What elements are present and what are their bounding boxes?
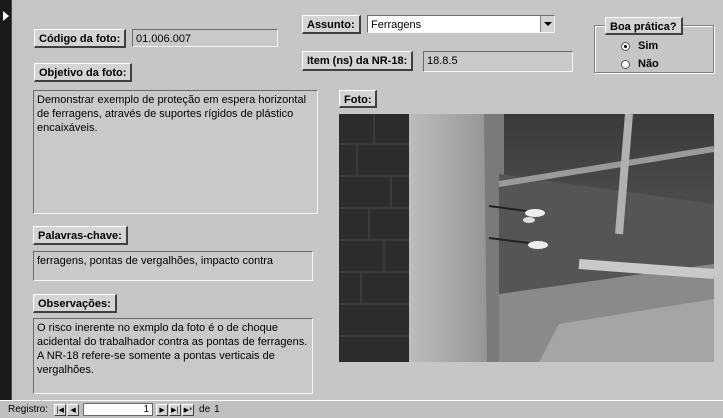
radio-selected-icon[interactable] <box>621 41 630 51</box>
codigo-field[interactable]: 01.006.007 <box>132 29 278 47</box>
objetivo-field[interactable]: Demonstrar exemplo de proteção em espera… <box>33 90 318 214</box>
item-nr18-label: Item (ns) da NR-18: <box>302 51 414 71</box>
prev-record-icon[interactable]: ◀ <box>67 403 80 416</box>
assunto-value: Ferragens <box>371 19 422 31</box>
registro-label: Registro: <box>8 404 49 415</box>
total-records: 1 <box>214 404 220 415</box>
photo-record-form: Código da foto: 01.006.007 Objetivo da f… <box>12 0 723 400</box>
chevron-down-icon[interactable] <box>540 16 554 32</box>
option-sim[interactable]: Sim <box>621 40 658 52</box>
boa-pratica-label: Boa prática? <box>605 17 683 35</box>
assunto-combobox[interactable]: Ferragens <box>367 15 555 33</box>
record-number-input[interactable]: 1 <box>83 403 154 416</box>
palavras-chave-field[interactable]: ferragens, pontas de vergalhões, impacto… <box>33 251 313 281</box>
codigo-label: Código da foto: <box>34 29 127 48</box>
photo-image <box>339 114 714 362</box>
record-navigation: Registro: |◀ ◀ 1 ▶ ▶| ▶* de 1 <box>0 400 723 418</box>
next-record-icon[interactable]: ▶ <box>156 403 169 416</box>
radio-unselected-icon[interactable] <box>621 59 630 69</box>
of-label: de <box>199 404 211 415</box>
new-record-icon[interactable]: ▶* <box>182 403 195 416</box>
current-record-icon <box>3 11 9 21</box>
record-selector[interactable] <box>0 0 12 400</box>
last-record-icon[interactable]: ▶| <box>169 403 182 416</box>
objetivo-label: Objetivo da foto: <box>34 63 133 82</box>
observacoes-field[interactable]: O risco inerente no exmplo da foto é o d… <box>33 318 313 394</box>
option-sim-label: Sim <box>638 40 659 52</box>
option-nao-label: Não <box>638 58 659 70</box>
palavras-chave-label: Palavras-chave: <box>33 226 128 245</box>
observacoes-label: Observações: <box>33 294 117 313</box>
item-nr18-field[interactable]: 18.8.5 <box>423 51 573 72</box>
foto-label: Foto: <box>339 90 378 108</box>
first-record-icon[interactable]: |◀ <box>54 403 67 416</box>
construction-photo <box>339 114 714 362</box>
assunto-label: Assunto: <box>302 15 361 34</box>
option-nao[interactable]: Não <box>621 58 659 70</box>
